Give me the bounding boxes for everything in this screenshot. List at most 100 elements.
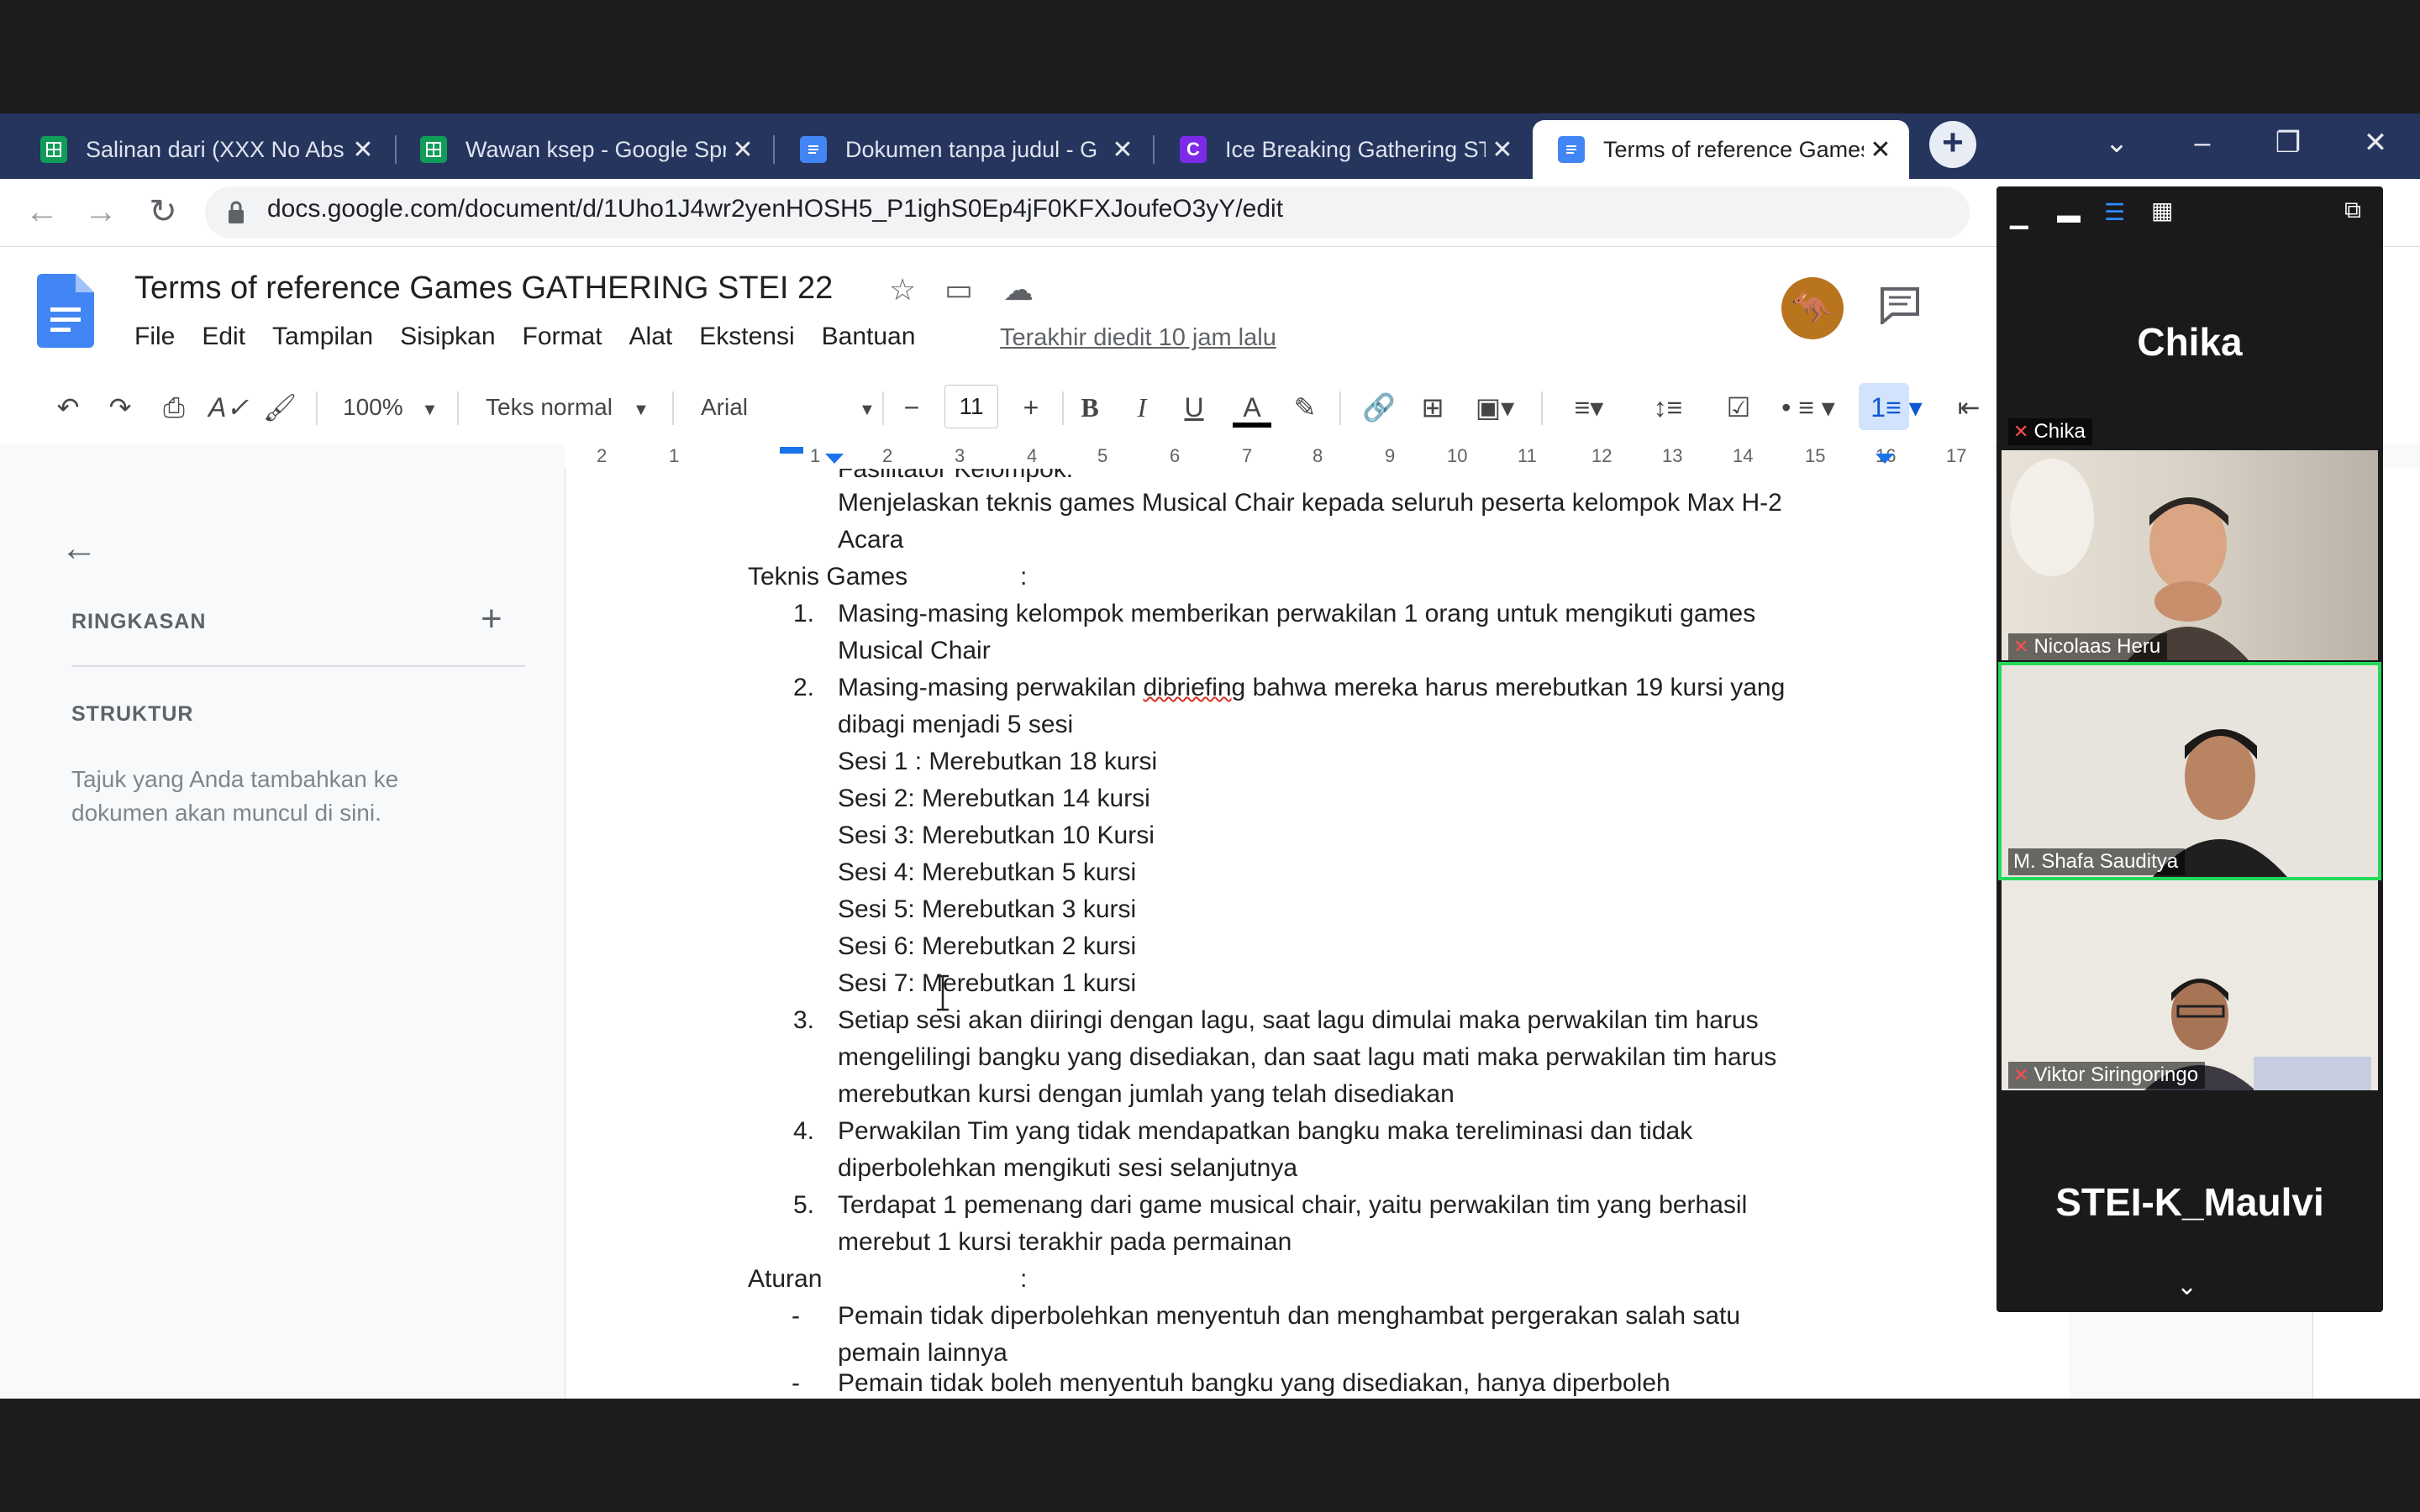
- insert-image-icon[interactable]: ▣▾: [1465, 388, 1524, 427]
- highlight-color-icon[interactable]: ✎: [1286, 388, 1324, 427]
- checklist-icon[interactable]: ☑: [1718, 388, 1760, 427]
- zoom-exit-icon[interactable]: ⧉: [2344, 197, 2361, 224]
- browser-tab[interactable]: C Ice Breaking Gathering ST ✕: [1155, 120, 1531, 179]
- menu-edit[interactable]: Edit: [202, 323, 245, 351]
- ruler-mark: 15: [1805, 445, 1826, 466]
- back-icon[interactable]: ←: [18, 185, 66, 239]
- align-icon[interactable]: ≡▾: [1560, 388, 1618, 427]
- tab-close-icon[interactable]: ✕: [346, 135, 380, 165]
- close-outline-arrow-icon[interactable]: ←: [60, 528, 97, 570]
- mic-muted-icon: ✕: [2013, 421, 2029, 442]
- undo-icon[interactable]: ↶: [49, 388, 87, 427]
- decrease-font-size-icon[interactable]: −: [892, 388, 931, 427]
- participant-video-active[interactable]: [1998, 662, 2381, 880]
- participant-name: Viktor Siringoringo: [2033, 1063, 2199, 1086]
- ruler-mark: 2: [597, 445, 608, 466]
- left-indent-marker[interactable]: [825, 454, 844, 465]
- participant-label: ✕ Viktor Siringoringo: [2008, 1062, 2206, 1089]
- move-folder-icon[interactable]: ▭: [944, 272, 973, 307]
- bulleted-list-icon[interactable]: • ≡ ▾: [1775, 388, 1842, 427]
- text-color-icon[interactable]: A: [1230, 388, 1274, 428]
- ruler-mark: 17: [1946, 445, 1967, 466]
- tab-close-icon[interactable]: ✕: [1486, 135, 1519, 165]
- close-window-icon[interactable]: ✕: [2338, 118, 2413, 168]
- menu-view[interactable]: Tampilan: [272, 323, 373, 351]
- last-edit-link[interactable]: Terakhir diedit 10 jam lalu: [1000, 324, 1276, 352]
- tab-search-icon[interactable]: ⌄: [2079, 118, 2154, 168]
- tab-close-icon[interactable]: ✕: [1106, 135, 1139, 165]
- user-avatar[interactable]: 🦘: [1781, 277, 1844, 339]
- participant-label: M. Shafa Sauditya: [2008, 848, 2186, 875]
- doc-line: dibagi menjadi 5 sesi: [838, 711, 1074, 738]
- sheets-icon: [420, 136, 447, 163]
- restore-icon[interactable]: ❐: [2250, 118, 2326, 168]
- zoom-speaker-view-icon[interactable]: ☰: [2104, 198, 2125, 226]
- ruler-mark: 10: [1447, 445, 1468, 466]
- star-icon[interactable]: ☆: [889, 272, 916, 307]
- zoom-gallery-view-icon[interactable]: ▦: [2151, 197, 2173, 224]
- add-comment-icon[interactable]: ⊞: [1413, 388, 1452, 427]
- toolbar-divider: [672, 391, 674, 425]
- font-size-input[interactable]: 11: [944, 385, 998, 428]
- doc-line: pemain lainnya: [838, 1339, 1007, 1367]
- print-icon[interactable]: ⎙: [155, 388, 193, 427]
- doc-line: Setiap sesi akan diiringi dengan lagu, s…: [838, 1006, 1759, 1034]
- first-line-indent-marker[interactable]: [780, 447, 803, 460]
- insert-link-icon[interactable]: 🔗: [1360, 388, 1398, 427]
- menu-help[interactable]: Bantuan: [822, 323, 916, 351]
- browser-tab[interactable]: Salinan dari (XXX No Abs ✕: [15, 120, 392, 179]
- numbered-list-icon[interactable]: 1≡ ▾: [1859, 388, 1934, 427]
- zoom-select[interactable]: 100% ▼: [343, 388, 438, 427]
- toolbar-divider: [316, 391, 318, 425]
- italic-icon[interactable]: I: [1123, 388, 1161, 427]
- style-value: Teks normal: [486, 394, 613, 420]
- browser-tab[interactable]: Dokumen tanpa judul - G ✕: [775, 120, 1151, 179]
- doc-line: Fasilitator Kelompok:: [838, 469, 1074, 483]
- browser-tab-active[interactable]: Terms of reference Games ✕: [1533, 120, 1909, 179]
- tab-label: Terms of reference Games: [1603, 136, 1864, 162]
- tab-close-icon[interactable]: ✕: [726, 135, 760, 165]
- bold-icon[interactable]: B: [1071, 388, 1109, 427]
- zoom-hide-video-icon[interactable]: ▬: [2057, 202, 2081, 228]
- browser-tab[interactable]: Wawan ksep - Google Spr ✕: [395, 120, 771, 179]
- doc-line: Perwakilan Tim yang tidak mendapatkan ba…: [838, 1117, 1693, 1145]
- menu-insert[interactable]: Sisipkan: [400, 323, 495, 351]
- forward-icon[interactable]: →: [77, 185, 124, 239]
- right-indent-marker[interactable]: [1876, 454, 1894, 465]
- list-number: 1.: [793, 600, 815, 627]
- add-summary-icon[interactable]: +: [481, 598, 502, 640]
- minimize-icon[interactable]: –: [2165, 118, 2240, 168]
- misspelled-word[interactable]: dibriefing: [1144, 674, 1246, 701]
- increase-font-size-icon[interactable]: +: [1012, 388, 1050, 427]
- redo-icon[interactable]: ↷: [101, 388, 139, 427]
- underline-icon[interactable]: U: [1175, 388, 1213, 427]
- tab-close-icon[interactable]: ✕: [1864, 135, 1897, 165]
- chevron-down-icon[interactable]: ⌄: [2176, 1272, 2197, 1301]
- new-tab-button[interactable]: +: [1929, 121, 1976, 168]
- decrease-indent-icon[interactable]: ⇤: [1949, 388, 1988, 427]
- docs-logo-icon[interactable]: [37, 274, 94, 348]
- menu-tools[interactable]: Alat: [629, 323, 673, 351]
- participant-video[interactable]: [2002, 450, 2378, 660]
- ruler-mark: 1: [810, 445, 821, 466]
- reload-icon[interactable]: ↻: [139, 185, 187, 239]
- zoom-minimize-icon[interactable]: ▁: [2010, 202, 2028, 229]
- menu-format[interactable]: Format: [523, 323, 602, 351]
- menu-file[interactable]: File: [134, 323, 175, 351]
- line-spacing-icon[interactable]: ↕≡: [1647, 388, 1689, 427]
- comment-history-icon[interactable]: [1879, 286, 1921, 324]
- cloud-saved-icon[interactable]: ☁: [1003, 272, 1034, 307]
- spellcheck-icon[interactable]: A✓: [208, 388, 249, 427]
- text-run: bahwa mereka harus merebutkan 19 kursi y…: [1245, 674, 1786, 701]
- paint-format-icon[interactable]: 🖌: [260, 388, 299, 427]
- paragraph-style-select[interactable]: Teks normal ▼: [486, 388, 650, 427]
- tab-label: Salinan dari (XXX No Abs: [86, 136, 345, 162]
- horizontal-ruler[interactable]: [565, 444, 1993, 470]
- document-title[interactable]: Terms of reference Games GATHERING STEI …: [134, 270, 833, 307]
- font-value: Arial: [701, 394, 749, 420]
- menu-extensions[interactable]: Ekstensi: [699, 323, 794, 351]
- section-label-aturan: Aturan: [748, 1265, 823, 1293]
- font-select[interactable]: Arial ▼: [701, 388, 876, 427]
- participant-video[interactable]: [2002, 880, 2378, 1090]
- participant-label: ✕ Chika: [2008, 418, 2092, 445]
